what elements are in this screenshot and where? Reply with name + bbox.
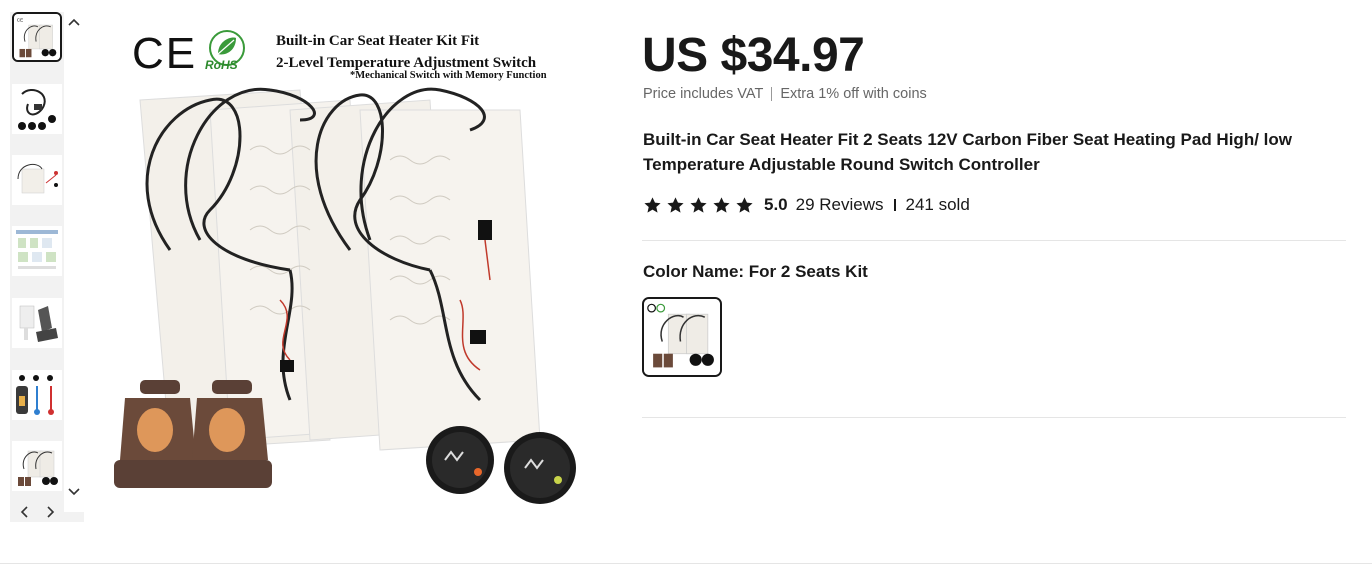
sold-count: 241 sold xyxy=(905,195,970,214)
kit-thumbnail-image: CE xyxy=(14,14,60,60)
color-option-swatch[interactable] xyxy=(642,297,722,377)
section-divider xyxy=(642,240,1346,241)
star-icon xyxy=(644,196,661,213)
rating-row: 5.0 29 Reviews 241 sold xyxy=(643,195,970,215)
coins-note: Extra 1% off with coins xyxy=(780,86,927,102)
star-icon xyxy=(713,196,730,213)
pads-thumbnail-image xyxy=(12,155,62,205)
main-product-image[interactable] xyxy=(100,20,590,510)
thumbnail-nav xyxy=(10,502,64,522)
star-icon xyxy=(690,196,707,213)
thumbnail-item[interactable] xyxy=(12,441,62,491)
thumbnail-item[interactable] xyxy=(12,370,62,420)
rating-score: 5.0 xyxy=(764,195,788,214)
thumbnail-rail: CE xyxy=(10,12,84,522)
image-headline-note: *Mechanical Switch with Memory Function xyxy=(350,70,547,81)
rohs-label: RoHS xyxy=(205,58,238,72)
price: US $34.97 xyxy=(642,29,865,82)
wiring-thumbnail-image xyxy=(12,84,62,134)
thumbnail-item[interactable] xyxy=(12,84,62,134)
chevron-up-icon[interactable] xyxy=(64,12,84,32)
page-bottom-divider xyxy=(0,563,1372,564)
reviews-link[interactable]: 29 Reviews xyxy=(796,195,884,215)
switch-left xyxy=(426,426,494,494)
color-name-label: Color Name: For 2 Seats Kit xyxy=(643,262,868,281)
star-icon xyxy=(667,196,684,213)
thumbnail-item[interactable] xyxy=(12,226,62,276)
vat-note: Price includes VAT xyxy=(643,86,764,102)
chevron-right-icon[interactable] xyxy=(41,502,61,522)
note-separator xyxy=(771,87,773,101)
section-divider xyxy=(642,417,1346,418)
kit-thumbnail-image-2 xyxy=(12,441,62,491)
image-headline-line-1: Built-in Car Seat Heater Kit Fit xyxy=(276,33,480,49)
kit-swatch-image xyxy=(644,299,720,375)
svg-text:CE: CE xyxy=(17,17,23,22)
rating-separator xyxy=(893,199,896,211)
thumbnail-scroll-column xyxy=(64,12,84,512)
ce-mark: CE xyxy=(132,29,198,78)
star-icon xyxy=(736,196,753,213)
rohs-badge: RoHS xyxy=(204,28,250,74)
heating-pad-right xyxy=(289,99,541,451)
thumbnail-item[interactable] xyxy=(12,155,62,205)
chevron-left-icon[interactable] xyxy=(14,502,34,522)
product-photo xyxy=(114,87,576,504)
seat-install-thumbnail-image xyxy=(12,298,62,348)
product-title: Built-in Car Seat Heater Fit 2 Seats 12V… xyxy=(643,130,1292,174)
switch-right xyxy=(504,432,576,504)
image-headline: Built-in Car Seat Heater Kit Fit 2-Level… xyxy=(276,30,536,74)
chevron-down-icon[interactable] xyxy=(64,482,84,502)
star-rating xyxy=(643,196,754,215)
price-note: Price includes VAT Extra 1% off with coi… xyxy=(643,86,927,102)
thumbnail-item[interactable]: CE xyxy=(12,12,62,62)
thumbnail-item[interactable] xyxy=(12,298,62,348)
components-thumbnail-image xyxy=(12,370,62,420)
instructions-thumbnail-image xyxy=(12,226,62,276)
